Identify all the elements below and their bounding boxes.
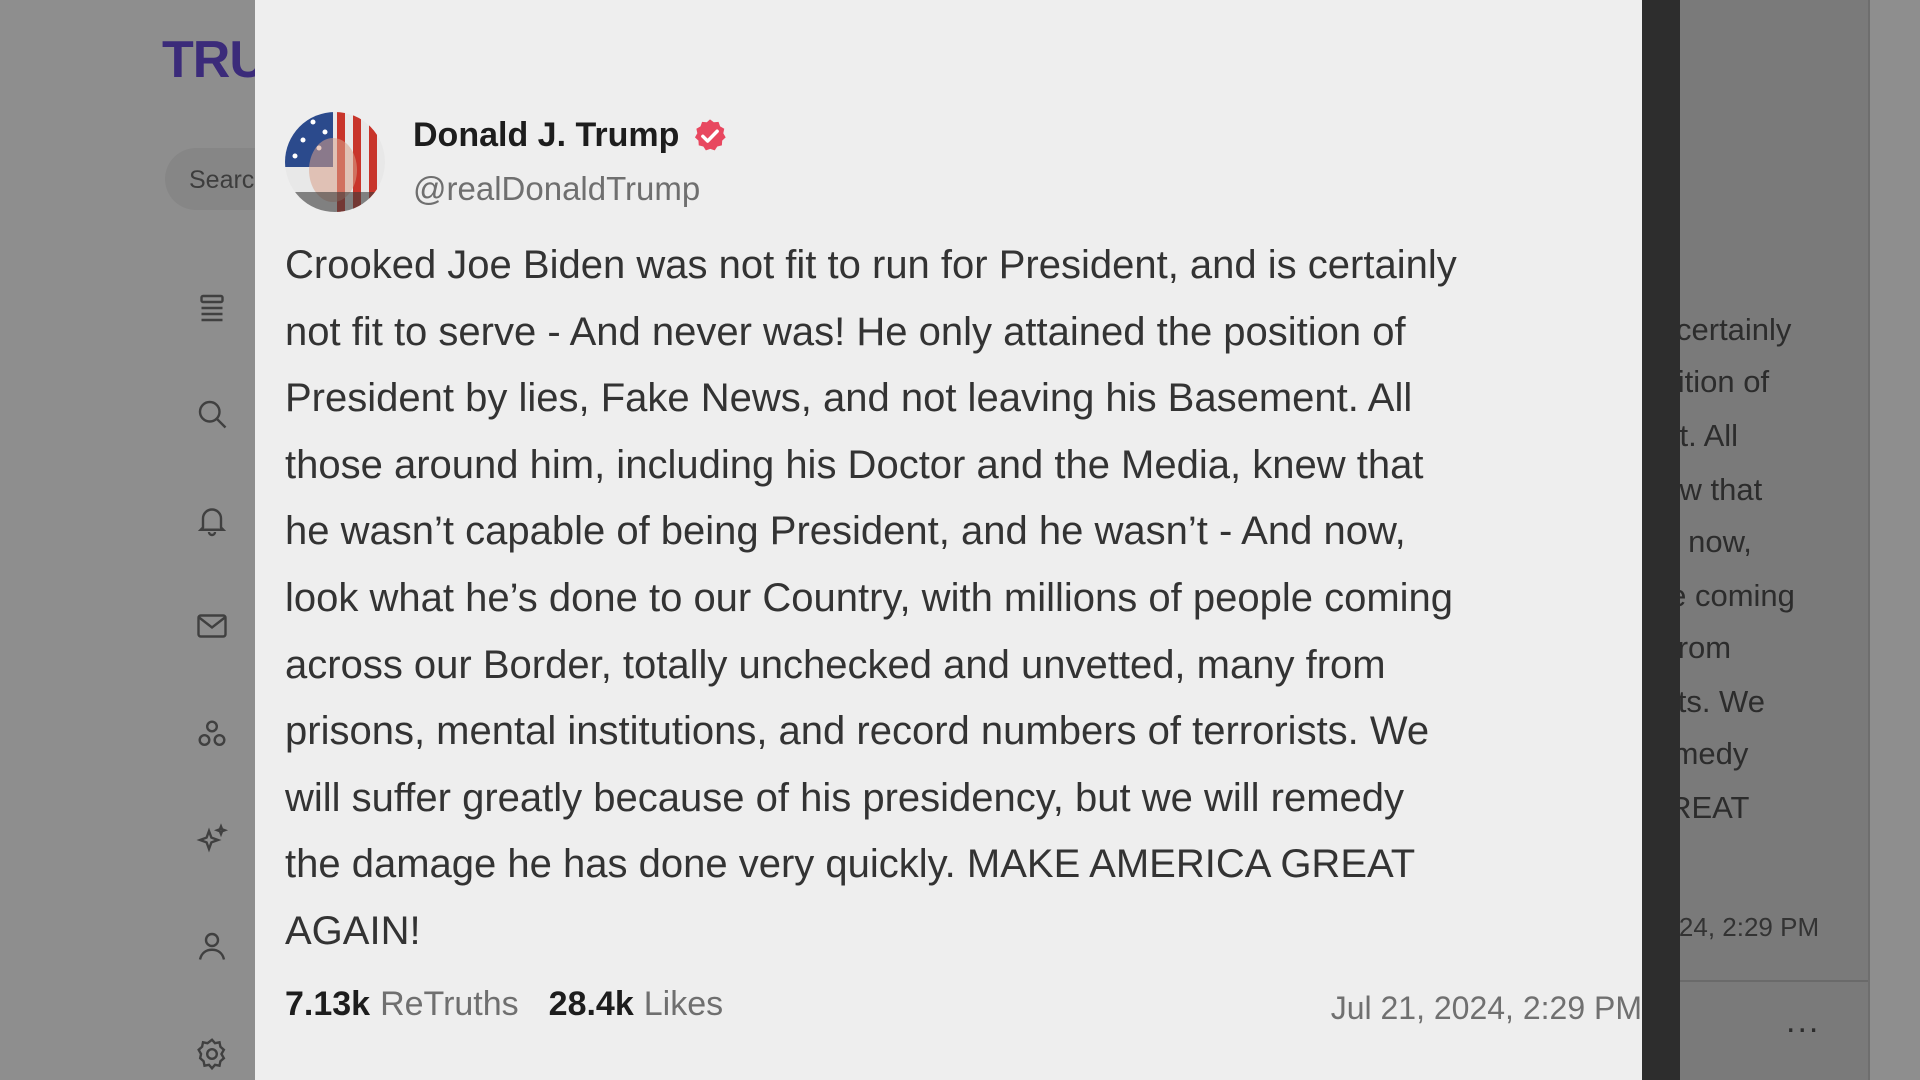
post-stats: 7.13k ReTruths 28.4k Likes <box>285 985 723 1024</box>
author-handle[interactable]: @realDonaldTrump <box>413 170 700 208</box>
screen: TRU Searc is certainly osition of ent. A… <box>0 0 1920 1080</box>
post-text-line: prisons, mental institutions, and record… <box>285 709 1430 754</box>
post-text-line: AGAIN! <box>285 908 421 953</box>
post-timestamp[interactable]: Jul 21, 2024, 2:29 PM <box>1331 990 1642 1027</box>
post-body: Crooked Joe Biden was not fit to run for… <box>285 232 1635 965</box>
likes-stat[interactable]: 28.4k Likes <box>549 985 723 1024</box>
post-text-line: those around him, including his Doctor a… <box>285 442 1424 487</box>
gear-icon[interactable] <box>194 1036 230 1072</box>
bell-icon[interactable] <box>194 502 230 538</box>
mail-icon[interactable] <box>194 608 230 644</box>
retruths-label: ReTruths <box>380 985 519 1023</box>
groups-icon[interactable] <box>194 716 230 752</box>
post-text-line: President by lies, Fake News, and not le… <box>285 376 1413 421</box>
verified-badge-icon <box>691 117 729 155</box>
more-options-button[interactable]: ... <box>1786 1002 1820 1041</box>
post-text-line: will suffer greatly because of his presi… <box>285 775 1405 820</box>
app-logo: TRU <box>162 31 267 89</box>
post-text-line: the damage he has done very quickly. MAK… <box>285 842 1416 887</box>
divider <box>1868 0 1870 1080</box>
feed-icon[interactable] <box>194 290 230 326</box>
retruths-stat[interactable]: 7.13k ReTruths <box>285 985 519 1024</box>
search-icon[interactable] <box>194 396 230 432</box>
background-sidebar: TRU Searc <box>0 0 285 1080</box>
search-placeholder: Searc <box>189 166 255 194</box>
retruths-count: 7.13k <box>285 985 371 1023</box>
post-text-line: look what he’s done to our Country, with… <box>285 575 1454 620</box>
avatar[interactable] <box>285 112 385 212</box>
post-card: Donald J. Trump @realDonaldTrump Crooked… <box>255 0 1642 1080</box>
sparkle-icon[interactable] <box>194 822 230 858</box>
post-text-line: not fit to serve - And never was! He onl… <box>285 309 1406 354</box>
overlay-shadow <box>1642 0 1680 1080</box>
author-name[interactable]: Donald J. Trump <box>413 116 729 155</box>
author-name-text[interactable]: Donald J. Trump <box>413 116 679 155</box>
likes-label: Likes <box>643 985 724 1023</box>
likes-count: 28.4k <box>548 985 634 1023</box>
post-text-line: across our Border, totally unchecked and… <box>285 642 1386 687</box>
post-text-line: he wasn’t capable of being President, an… <box>285 509 1406 554</box>
profile-icon[interactable] <box>194 928 230 964</box>
post-text-line: Crooked Joe Biden was not fit to run for… <box>285 243 1457 287</box>
